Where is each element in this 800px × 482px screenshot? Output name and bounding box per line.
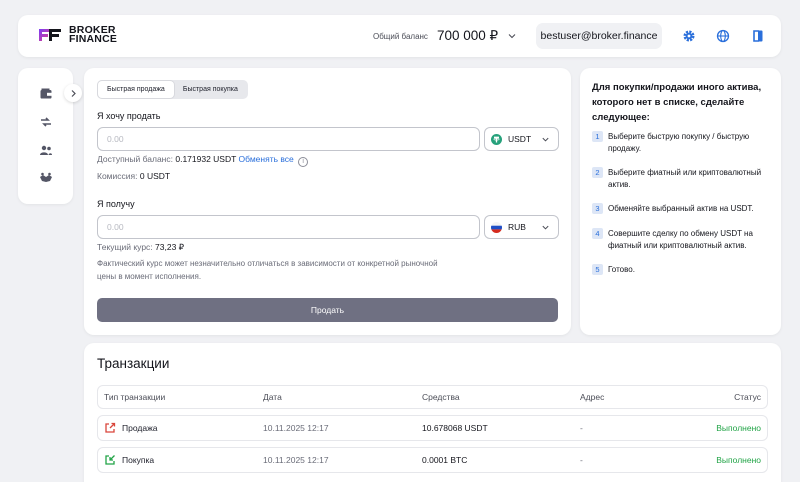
transaction-date: 10.11.2025 12:17 — [263, 423, 329, 433]
receive-amount-input[interactable]: 0.00 — [97, 215, 480, 239]
sell-amount-input[interactable]: 0.00 — [97, 127, 480, 151]
instruction-step: 5 Готово. — [592, 264, 778, 276]
transaction-type: Продажа — [122, 423, 158, 433]
receive-currency-value: RUB — [508, 222, 526, 232]
sell-arrow-icon — [105, 422, 116, 433]
rate-value: 73,23 ₽ — [155, 242, 185, 252]
instructions-panel: Для покупки/продажи иного актива, которо… — [580, 68, 781, 335]
tab-quick-sell[interactable]: Быстрая продажа — [98, 81, 174, 98]
users-icon[interactable] — [39, 143, 53, 157]
exchange-icon[interactable] — [39, 115, 53, 129]
transaction-address: - — [580, 423, 583, 433]
transaction-amount: 10.678068 USDT — [422, 423, 488, 433]
step-number: 5 — [592, 264, 603, 275]
instructions-title: Для покупки/продажи иного актива, которо… — [592, 82, 762, 123]
instruction-step: 2 Выберите фиатный или криптовалютный ак… — [592, 167, 778, 191]
logo[interactable]: BROKER FINANCE — [36, 25, 117, 45]
sell-button[interactable]: Продать — [97, 298, 558, 322]
handshake-icon[interactable] — [39, 171, 53, 185]
chevron-right-icon — [71, 89, 76, 97]
buy-arrow-icon — [105, 455, 115, 465]
tab-quick-buy[interactable]: Быстрая покупка — [174, 81, 247, 98]
transaction-type: Покупка — [122, 455, 155, 465]
step-number: 3 — [592, 203, 603, 214]
russia-flag-icon — [491, 221, 502, 233]
instruction-step: 3 Обменяйте выбранный актив на USDT. — [592, 203, 778, 215]
quick-exchange-panel: Быстрая продажа Быстрая покупка Я хочу п… — [84, 68, 571, 335]
usdt-icon — [491, 133, 502, 145]
logout-icon[interactable] — [750, 28, 766, 44]
step-text: Совершите сделку по обмену USDT на фиатн… — [608, 229, 753, 250]
transaction-address: - — [580, 455, 583, 465]
fee-info: Комиссия: 0 USDT — [97, 171, 170, 181]
top-header: BROKER FINANCE Общий баланс 700 000 ₽ be… — [18, 15, 781, 57]
step-number: 4 — [592, 228, 603, 239]
rate-label: Текущий курс: — [97, 242, 153, 252]
column-header-status[interactable]: Статус — [734, 386, 761, 408]
current-rate: Текущий курс: 73,23 ₽ — [97, 242, 184, 253]
balance-label: Общий баланс — [373, 31, 428, 41]
instruction-step: 1 Выберите быструю покупку / быструю про… — [592, 131, 778, 155]
info-icon[interactable]: i — [298, 157, 309, 167]
transaction-amount: 0.0001 BTC — [422, 455, 468, 465]
table-row[interactable]: Продажа 10.11.2025 12:17 10.678068 USDT … — [97, 415, 768, 441]
globe-icon[interactable] — [715, 28, 731, 44]
column-header-address[interactable]: Адрес — [580, 386, 604, 408]
column-header-type[interactable]: Тип транзакции — [104, 386, 165, 408]
transactions-panel: Транзакции Тип транзакции Дата Средства … — [84, 343, 781, 482]
step-text: Выберите фиатный или криптовалютный акти… — [608, 168, 762, 189]
available-value: 0.171932 USDT — [175, 154, 237, 164]
column-header-amount[interactable]: Средства — [422, 386, 460, 408]
settings-gear-icon[interactable] — [681, 28, 697, 44]
receive-label: Я получу — [97, 199, 135, 209]
step-text: Готово. — [608, 265, 635, 274]
total-balance[interactable]: Общий баланс 700 000 ₽ — [373, 28, 517, 44]
available-label: Доступный баланс: — [97, 154, 173, 164]
exchange-tabs: Быстрая продажа Быстрая покупка — [97, 80, 248, 99]
sell-label: Я хочу продать — [97, 111, 161, 121]
rate-disclaimer: Фактический курс может незначительно отл… — [97, 259, 438, 281]
chevron-down-icon[interactable] — [507, 31, 517, 41]
receive-currency-select[interactable]: RUB — [484, 215, 559, 239]
step-text: Выберите быструю покупку / быструю прода… — [608, 132, 750, 153]
step-number: 1 — [592, 131, 603, 142]
column-header-date[interactable]: Дата — [263, 386, 282, 408]
transaction-date: 10.11.2025 12:17 — [263, 455, 329, 465]
expand-sidebar-button[interactable] — [64, 84, 82, 102]
user-email[interactable]: bestuser@broker.finance — [536, 23, 662, 49]
sell-currency-value: USDT — [508, 134, 532, 144]
instruction-step: 4 Совершите сделку по обмену USDT на фиа… — [592, 228, 778, 252]
status-badge: Выполнено — [716, 455, 761, 465]
transactions-title: Транзакции — [97, 356, 170, 371]
fee-value: 0 USDT — [139, 171, 171, 181]
balance-value: 700 000 ₽ — [436, 28, 499, 43]
step-text: Обменяйте выбранный актив на USDT. — [608, 204, 754, 213]
logo-line-2: FINANCE — [69, 33, 118, 45]
step-number: 2 — [592, 167, 603, 178]
table-row[interactable]: Покупка 10.11.2025 12:17 0.0001 BTC - Вы… — [97, 447, 768, 473]
fee-label: Комиссия: — [97, 171, 138, 181]
sell-currency-select[interactable]: USDT — [484, 127, 559, 151]
available-balance: Доступный баланс: 0.171932 USDT Обменять… — [97, 154, 309, 167]
status-badge: Выполнено — [716, 423, 761, 433]
wallet-icon[interactable] — [39, 87, 53, 101]
table-header: Тип транзакции Дата Средства Адрес Стату… — [97, 385, 768, 409]
logo-mark-icon — [39, 29, 61, 41]
chevron-down-icon — [542, 225, 549, 230]
exchange-all-link[interactable]: Обменять все — [239, 154, 294, 164]
chevron-down-icon — [542, 137, 549, 142]
